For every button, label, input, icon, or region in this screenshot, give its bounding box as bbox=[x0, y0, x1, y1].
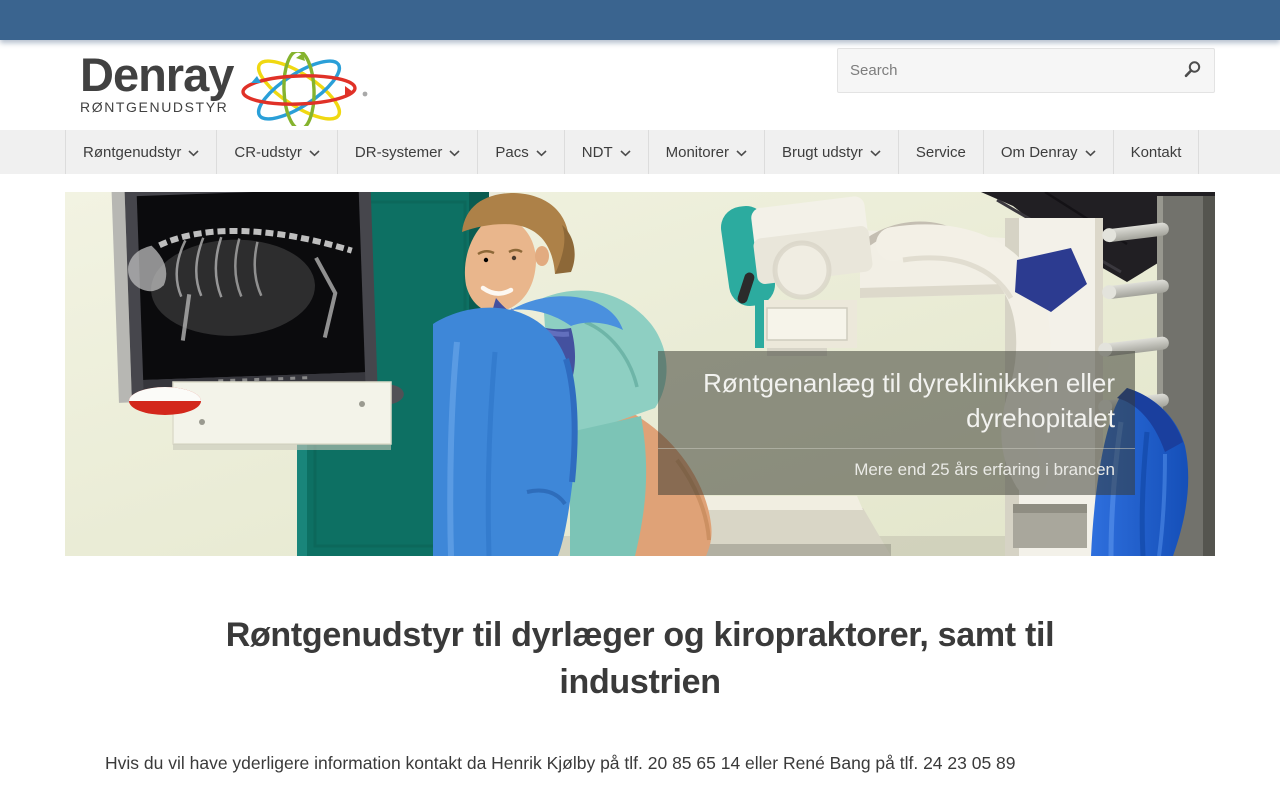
warning-lamp bbox=[129, 387, 201, 415]
top-accent-bar bbox=[0, 0, 1280, 40]
nav-item-pacs[interactable]: Pacs bbox=[478, 130, 565, 174]
logo-title: Denray bbox=[80, 48, 234, 101]
chevron-down-icon bbox=[188, 149, 199, 157]
nav-item-om-denray[interactable]: Om Denray bbox=[984, 130, 1114, 174]
chevron-down-icon bbox=[309, 149, 320, 157]
site-logo[interactable]: Denray RØNTGENUDSTYR bbox=[80, 48, 369, 131]
hero-subtitle: Mere end 25 års erfaring i brancen bbox=[658, 447, 1135, 495]
nav-item-brugt-udstyr[interactable]: Brugt udstyr bbox=[765, 130, 899, 174]
search-icon bbox=[1183, 60, 1202, 82]
nav-item-cr-udstyr[interactable]: CR-udstyr bbox=[217, 130, 338, 174]
nav-item-monitorer[interactable]: Monitorer bbox=[649, 130, 765, 174]
nav-item-rontgenudstyr[interactable]: Røntgenudstyr bbox=[65, 130, 218, 174]
search-input[interactable] bbox=[837, 48, 1215, 93]
monitor bbox=[111, 192, 404, 405]
chevron-down-icon bbox=[620, 149, 631, 157]
scrub-shirt bbox=[570, 416, 647, 556]
hero-caption: Røntgenanlæg til dyreklinikken eller dyr… bbox=[658, 351, 1135, 495]
atom-icon bbox=[237, 49, 369, 131]
chevron-down-icon bbox=[870, 149, 881, 157]
nav-item-kontakt[interactable]: Kontakt bbox=[1114, 130, 1200, 174]
nav-item-service[interactable]: Service bbox=[899, 130, 984, 174]
nav-item-dr-systemer[interactable]: DR-systemer bbox=[338, 130, 479, 174]
logo-tagline: RØNTGENUDSTYR bbox=[80, 99, 229, 115]
nav-item-ndt[interactable]: NDT bbox=[565, 130, 649, 174]
chevron-down-icon bbox=[536, 149, 547, 157]
chevron-down-icon bbox=[1085, 149, 1096, 157]
main-content: Røntgenudstyr til dyrlæger og kiroprakto… bbox=[65, 612, 1215, 774]
collimator bbox=[755, 300, 857, 356]
site-header: Denray RØNTGENUDSTYR bbox=[0, 40, 1280, 131]
chevron-down-icon bbox=[736, 149, 747, 157]
page-title: Røntgenudstyr til dyrlæger og kiroprakto… bbox=[225, 616, 1055, 701]
search-button[interactable] bbox=[1171, 50, 1213, 91]
hero-title: Røntgenanlæg til dyreklinikken eller dyr… bbox=[703, 368, 1115, 433]
main-navigation: Røntgenudstyr CR-udstyr DR-systemer Pacs… bbox=[0, 130, 1280, 174]
chevron-down-icon bbox=[449, 149, 460, 157]
contact-info-text: Hvis du vil have yderligere information … bbox=[105, 752, 1016, 773]
hero-section: Røntgenanlæg til dyreklinikken eller dyr… bbox=[65, 192, 1215, 556]
search-form bbox=[837, 48, 1215, 93]
wall-mount-box bbox=[172, 381, 392, 450]
